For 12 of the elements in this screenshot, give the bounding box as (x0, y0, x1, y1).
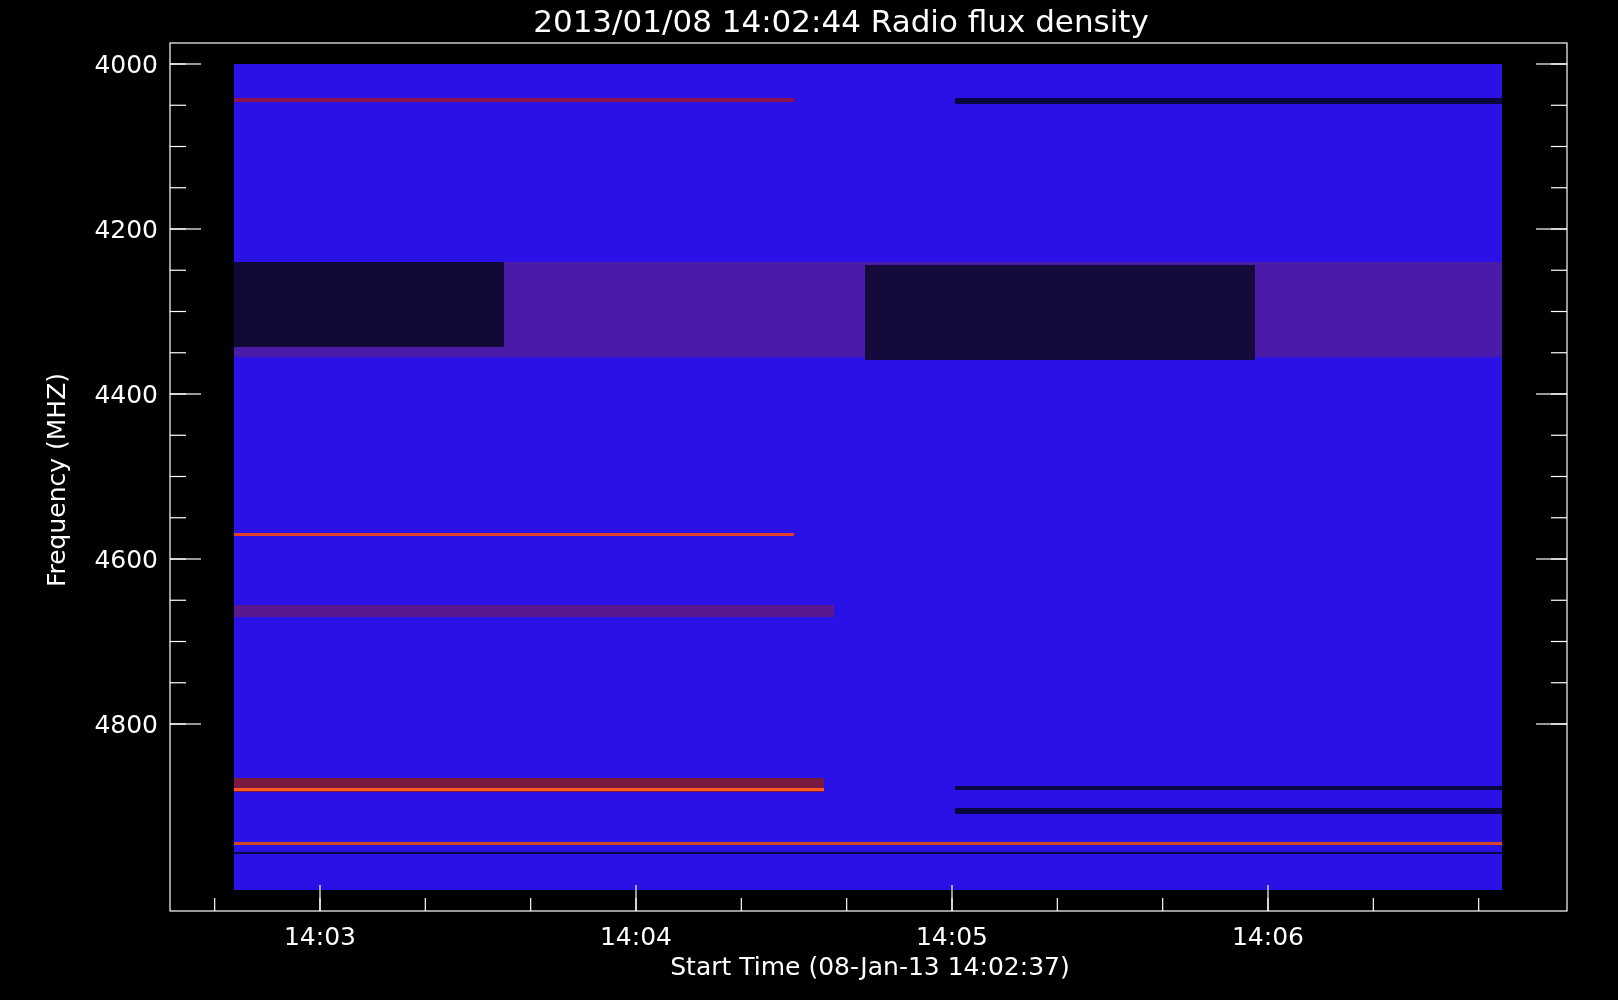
y-tick-label: 4600 (94, 545, 158, 574)
chart-title: 2013/01/08 14:02:44 Radio flux density (533, 3, 1149, 39)
x-tick-label: 14:05 (916, 922, 988, 951)
y-tick-label: 4200 (94, 215, 158, 244)
x-axis-label: Start Time (08-Jan-13 14:02:37) (670, 952, 1070, 981)
x-tick-label: 14:04 (600, 922, 672, 951)
y-axis-label: Frequency (MHZ) (42, 372, 71, 588)
y-tick-label: 4000 (94, 50, 158, 79)
y-tick-label: 4800 (94, 710, 158, 739)
x-tick-label: 14:06 (1232, 922, 1304, 951)
y-tick-label: 4400 (94, 380, 158, 409)
x-tick-label: 14:03 (284, 922, 356, 951)
